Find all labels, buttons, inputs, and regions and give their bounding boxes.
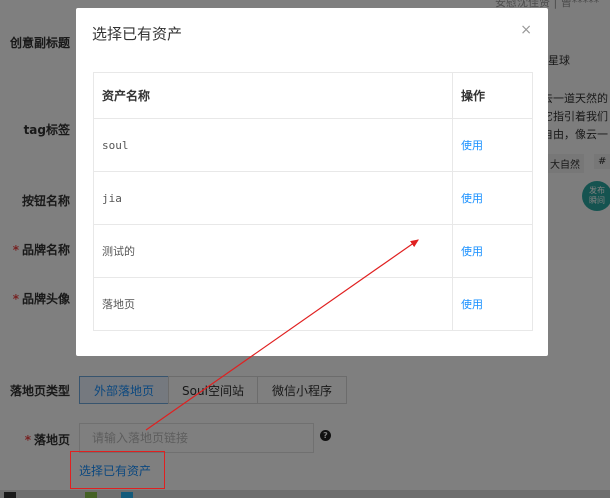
close-icon[interactable]: ×	[520, 22, 532, 38]
column-asset-name: 资产名称	[93, 72, 453, 119]
table-row: 测试的 使用	[93, 224, 533, 278]
use-button[interactable]: 使用	[452, 118, 533, 172]
column-action: 操作	[452, 72, 533, 119]
annotation-highlight-box	[70, 451, 165, 489]
asset-table: 资产名称 操作 soul 使用 jia 使用 测试的 使用 落地页 使用	[93, 72, 533, 331]
use-button[interactable]: 使用	[452, 277, 533, 331]
select-asset-modal: 选择已有资产 × 资产名称 操作 soul 使用 jia 使用 测试的 使用 落…	[76, 8, 548, 356]
table-header-row: 资产名称 操作	[93, 72, 533, 119]
use-button[interactable]: 使用	[452, 171, 533, 225]
table-row: 落地页 使用	[93, 277, 533, 331]
table-row: soul 使用	[93, 118, 533, 172]
asset-name: jia	[93, 171, 453, 225]
asset-name: 落地页	[93, 277, 453, 331]
asset-name: soul	[93, 118, 453, 172]
modal-title: 选择已有资产	[92, 25, 183, 43]
table-row: jia 使用	[93, 171, 533, 225]
asset-name: 测试的	[93, 224, 453, 278]
use-button[interactable]: 使用	[452, 224, 533, 278]
